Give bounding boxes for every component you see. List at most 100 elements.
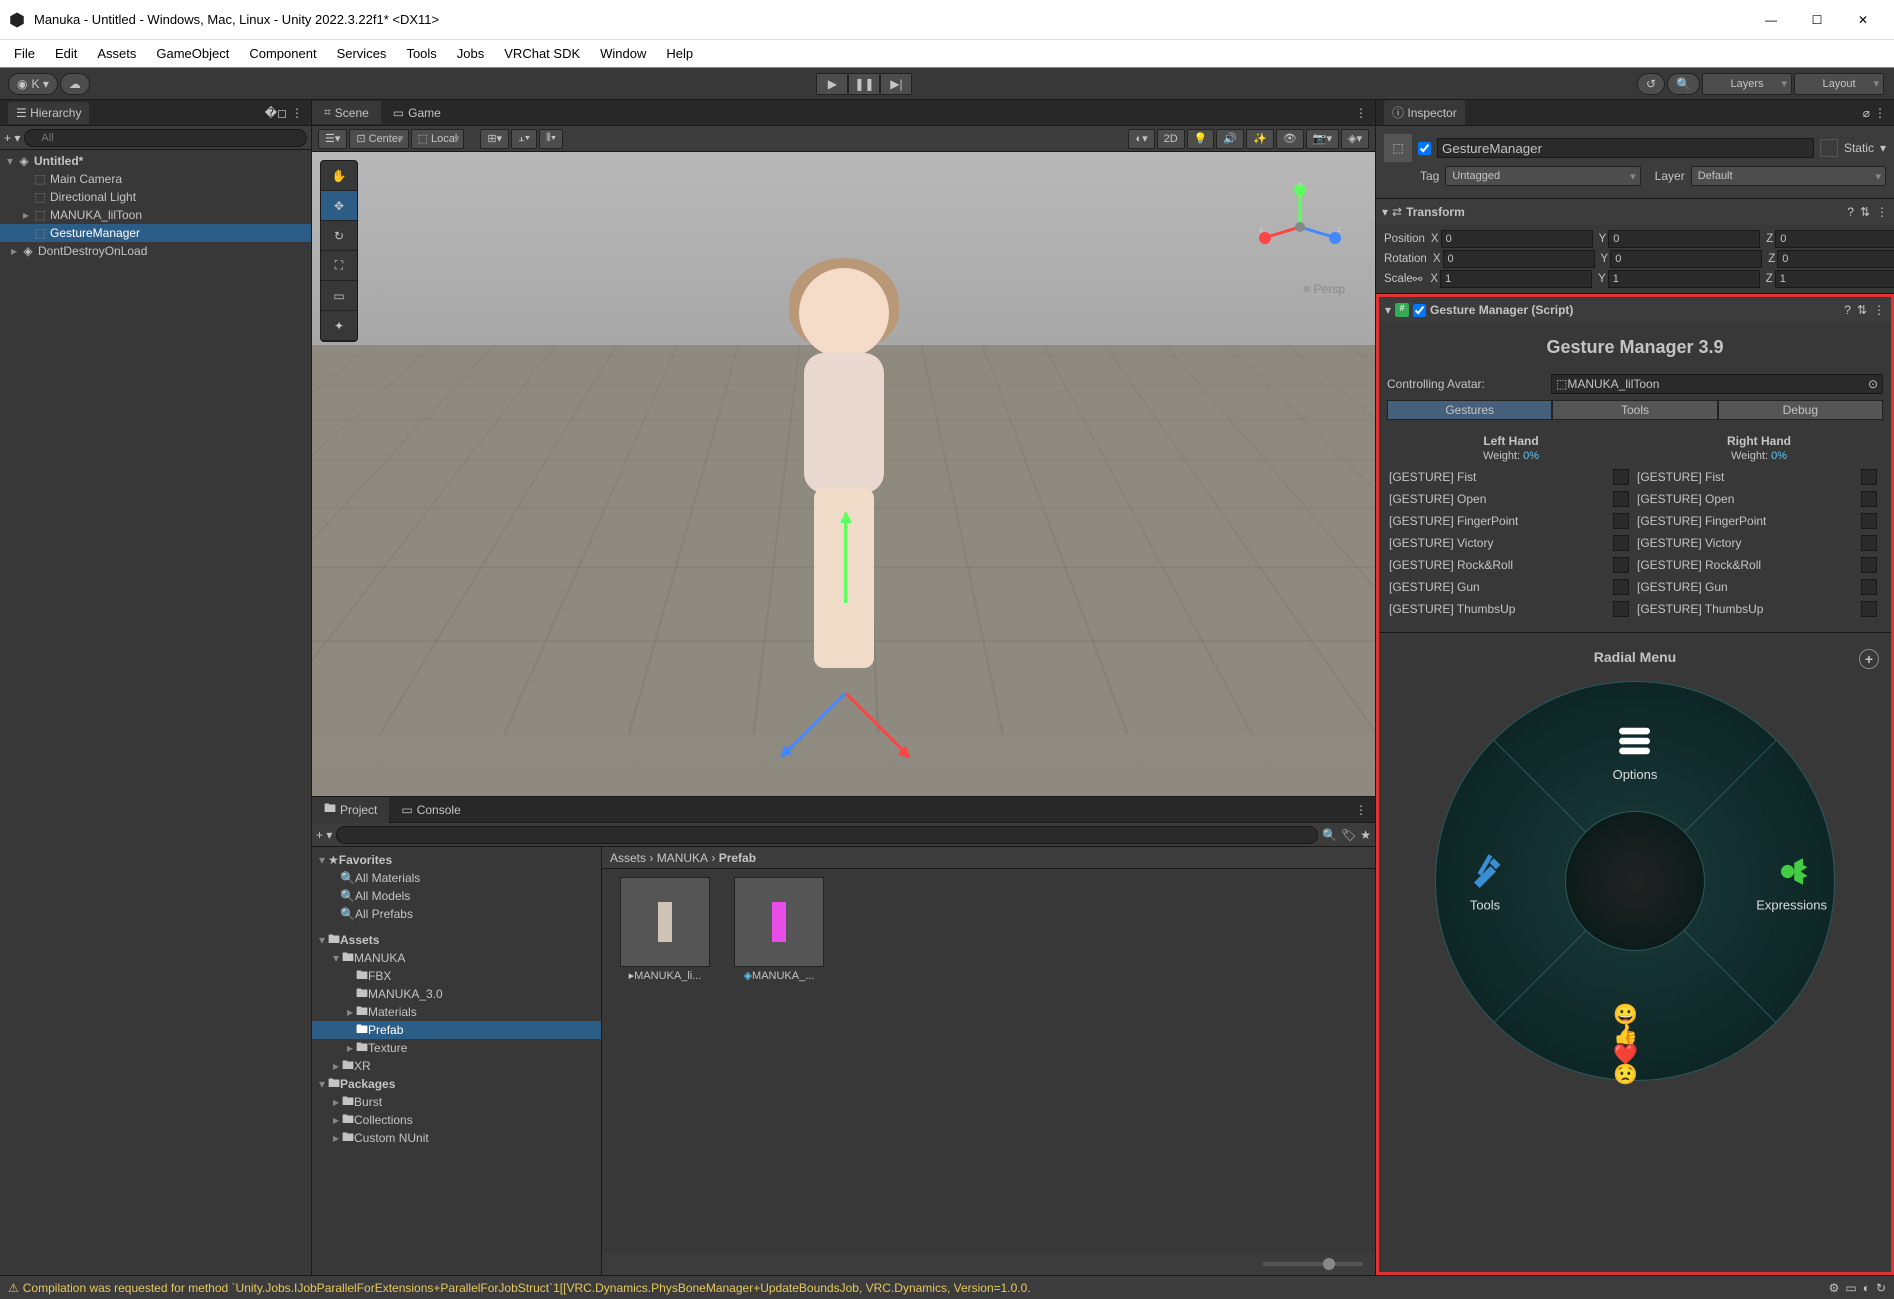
move-tool[interactable]: ✥ — [321, 191, 357, 221]
radial-expressions[interactable]: Expressions — [1756, 850, 1827, 913]
shading-dropdown[interactable]: ◐▾ — [1128, 129, 1154, 149]
menu-window[interactable]: Window — [590, 42, 656, 65]
radial-tools[interactable]: Tools — [1463, 850, 1507, 913]
link-icon[interactable]: ⚯ — [1413, 272, 1423, 286]
status-icon[interactable]: ↻ — [1876, 1281, 1886, 1295]
tab-menu-icon[interactable]: ⋮ — [1355, 106, 1375, 120]
radial-center[interactable] — [1565, 811, 1705, 951]
gesture-item[interactable]: [GESTURE] Rock&Roll — [1387, 554, 1635, 576]
rot-x-field[interactable] — [1443, 250, 1595, 268]
rotate-tool[interactable]: ↻ — [321, 221, 357, 251]
close-button[interactable]: ✕ — [1840, 4, 1886, 36]
transform-tool[interactable]: ✦ — [321, 311, 357, 341]
search-by-type-icon[interactable]: 🔍 — [1322, 828, 1337, 842]
hierarchy-item[interactable]: ⬚Main Camera — [0, 170, 311, 188]
rot-z-field[interactable] — [1777, 250, 1894, 268]
scene-viewport[interactable]: ✋ ✥ ↻ ⛶ ▭ ✦ y x — [312, 152, 1375, 796]
panel-menu-icon[interactable]: ⋮ — [291, 106, 303, 120]
minimize-button[interactable]: — — [1748, 4, 1794, 36]
assets-header[interactable]: ▾🖿 Assets — [312, 931, 601, 949]
scene-row[interactable]: ▾◈ Untitled* — [0, 152, 311, 170]
gesture-item[interactable]: [GESTURE] Open — [1635, 488, 1883, 510]
scl-y-field[interactable] — [1608, 270, 1760, 288]
console-tab[interactable]: ▭Console — [389, 799, 472, 821]
projection-label[interactable]: ≡ Persp — [1303, 282, 1345, 296]
orientation-gizmo[interactable]: y x z — [1255, 182, 1345, 272]
folder-row[interactable]: ▸🖿 Custom NUnit — [312, 1129, 601, 1147]
static-checkbox[interactable] — [1820, 139, 1838, 157]
grid-button[interactable]: ⊞▾ — [480, 129, 509, 149]
panel-lock-icon[interactable]: ⌀ — [1863, 106, 1870, 120]
scene-tab[interactable]: ⌗Scene — [312, 101, 381, 124]
inspector-tab[interactable]: ⓘ Inspector — [1384, 100, 1465, 125]
radial-menu[interactable]: Options Tools Expressions — [1425, 671, 1845, 1091]
menu-tools[interactable]: Tools — [396, 42, 446, 65]
gesture-item[interactable]: [GESTURE] Victory — [1387, 532, 1635, 554]
create-button[interactable]: + ▾ — [316, 828, 332, 842]
expand-icon[interactable]: ▾ — [1382, 205, 1388, 219]
hierarchy-item-selected[interactable]: ⬚GestureManager — [0, 224, 311, 242]
folder-row[interactable]: ▸🖿 Burst — [312, 1093, 601, 1111]
gm-tab-tools[interactable]: Tools — [1552, 400, 1717, 420]
gameobject-icon[interactable]: ⬚ — [1384, 134, 1412, 162]
status-warning[interactable]: ⚠ Compilation was requested for method `… — [8, 1281, 1031, 1295]
scl-x-field[interactable] — [1440, 270, 1592, 288]
account-button[interactable]: ◉ K ▾ — [8, 73, 58, 95]
cloud-button[interactable]: ☁ — [60, 73, 90, 95]
search-by-label-icon[interactable]: 🏷 — [1341, 828, 1356, 842]
snap-button[interactable]: ⫠▾ — [511, 129, 537, 149]
rot-y-field[interactable] — [1610, 250, 1762, 268]
folder-row[interactable]: 🖿 FBX — [312, 967, 601, 985]
search-button[interactable]: 🔍 — [1667, 73, 1700, 95]
gesture-item[interactable]: [GESTURE] Victory — [1635, 532, 1883, 554]
menu-icon[interactable]: ⋮ — [1873, 303, 1885, 317]
static-dropdown-icon[interactable]: ▾ — [1880, 141, 1886, 155]
hierarchy-item[interactable]: ⬚Directional Light — [0, 188, 311, 206]
pos-x-field[interactable] — [1441, 230, 1593, 248]
folder-row[interactable]: ▸🖿 XR — [312, 1057, 601, 1075]
project-tab[interactable]: 🖿Project — [312, 795, 389, 824]
help-icon[interactable]: ? — [1847, 205, 1854, 219]
radial-emotes[interactable]: 😀👍❤️😟 — [1613, 1023, 1657, 1071]
menu-help[interactable]: Help — [656, 42, 703, 65]
radial-options[interactable]: Options — [1613, 719, 1658, 782]
scl-z-field[interactable] — [1775, 270, 1894, 288]
menu-icon[interactable]: ⋮ — [1876, 205, 1888, 219]
favorites-header[interactable]: ▾★ Favorites — [312, 851, 601, 869]
hierarchy-item[interactable]: ▸⬚MANUKA_lilToon — [0, 206, 311, 224]
pause-button[interactable]: ❚❚ — [848, 73, 880, 95]
maximize-button[interactable]: ☐ — [1794, 4, 1840, 36]
2d-toggle[interactable]: 2D — [1157, 129, 1185, 149]
pos-z-field[interactable] — [1775, 230, 1894, 248]
prefab-file[interactable]: ▸MANUKA_li... — [610, 877, 720, 982]
fx-toggle[interactable]: ✨ — [1246, 129, 1274, 149]
camera-button[interactable]: 📷▾ — [1306, 129, 1339, 149]
pos-y-field[interactable] — [1608, 230, 1760, 248]
play-button[interactable]: ▶ — [816, 73, 848, 95]
space-dropdown[interactable]: ⬚Local — [411, 129, 465, 149]
menu-component[interactable]: Component — [239, 42, 326, 65]
fav-item[interactable]: 🔍 All Models — [312, 887, 601, 905]
fav-item[interactable]: 🔍 All Prefabs — [312, 905, 601, 923]
pivot-dropdown[interactable]: ⊡Center — [349, 129, 408, 149]
tag-dropdown[interactable]: Untagged — [1445, 166, 1640, 186]
menu-jobs[interactable]: Jobs — [447, 42, 494, 65]
tool-handle-button[interactable]: ☰▾ — [318, 129, 347, 149]
menu-vrchat[interactable]: VRChat SDK — [494, 42, 590, 65]
gesture-item[interactable]: [GESTURE] ThumbsUp — [1387, 598, 1635, 620]
status-icon[interactable]: ◐ — [1863, 1281, 1870, 1295]
folder-row-selected[interactable]: 🖿 Prefab — [312, 1021, 601, 1039]
breadcrumb-item[interactable]: MANUKA — [657, 851, 708, 865]
audio-toggle[interactable]: 🔊 — [1216, 129, 1244, 149]
gm-tab-debug[interactable]: Debug — [1718, 400, 1883, 420]
snap-inc-button[interactable]: ⫴▾ — [539, 129, 563, 149]
prefab-file[interactable]: ◈MANUKA_... — [724, 877, 834, 982]
preset-icon[interactable]: ⇅ — [1857, 303, 1867, 317]
gesture-item[interactable]: [GESTURE] ThumbsUp — [1635, 598, 1883, 620]
game-tab[interactable]: ▭Game — [381, 102, 453, 124]
visibility-toggle[interactable]: 👁 — [1276, 129, 1304, 149]
gizmos-button[interactable]: ◈▾ — [1341, 129, 1369, 149]
menu-services[interactable]: Services — [327, 42, 397, 65]
thumbnail-size-slider[interactable] — [602, 1253, 1375, 1275]
layout-dropdown[interactable]: Layout — [1794, 73, 1884, 95]
